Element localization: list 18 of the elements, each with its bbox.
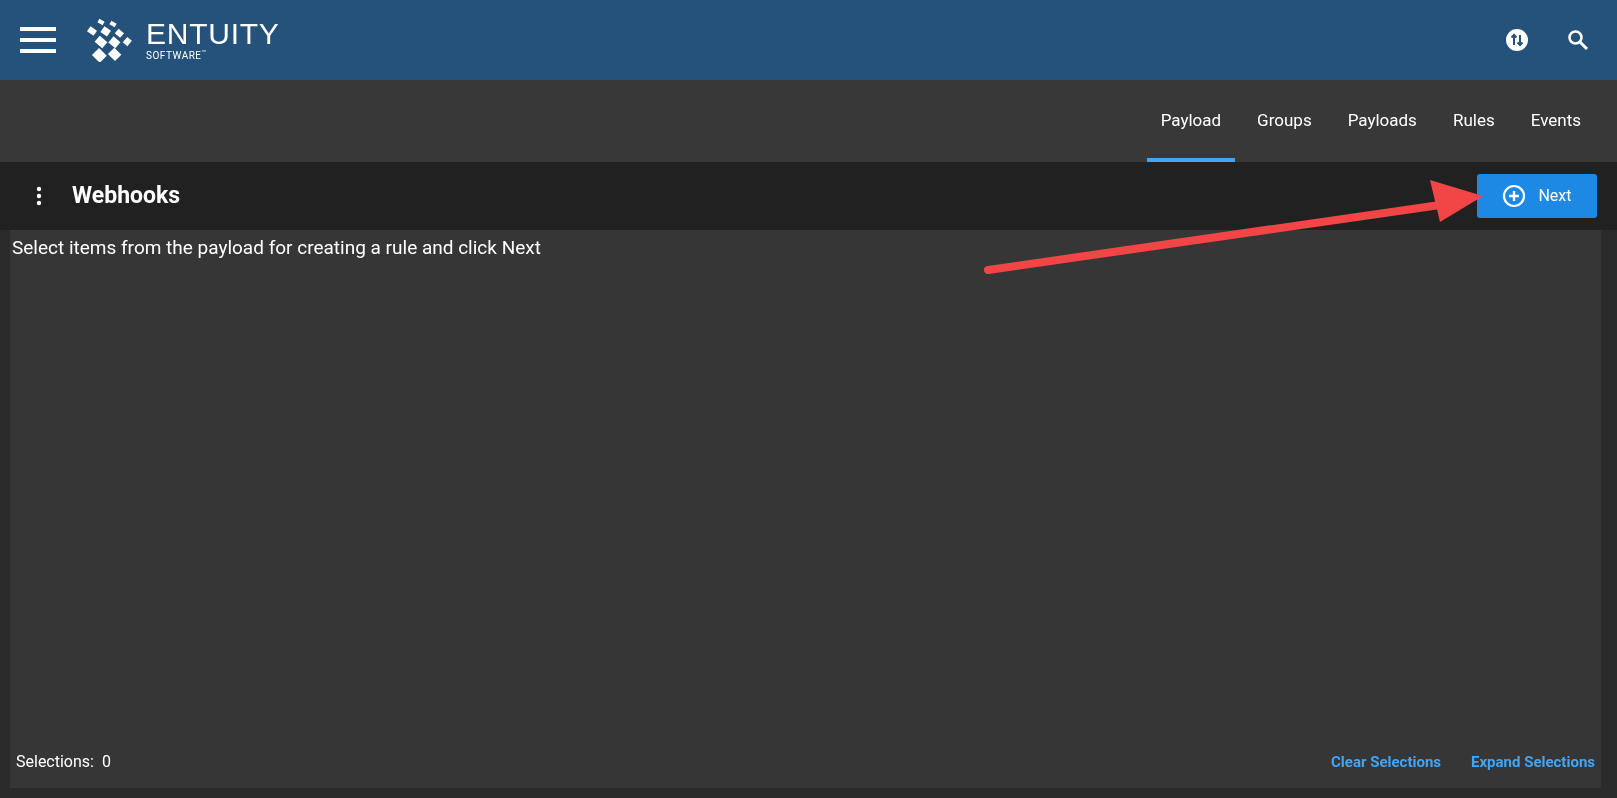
tab[interactable]: Rules: [1438, 80, 1509, 162]
more-icon[interactable]: [36, 186, 42, 206]
tab[interactable]: Groups: [1243, 80, 1326, 162]
tab[interactable]: Payloads: [1333, 80, 1431, 162]
footer-link[interactable]: Clear Selections: [1331, 750, 1442, 774]
tab[interactable]: Events: [1516, 80, 1595, 162]
brand-name: ENTUITY: [146, 19, 280, 49]
plus-circle-icon: [1502, 184, 1527, 208]
menu-icon[interactable]: [20, 27, 56, 53]
footer-link[interactable]: Expand Selections: [1471, 750, 1595, 774]
panel-title: Webhooks: [72, 180, 181, 211]
selections-count: 0: [101, 751, 111, 773]
instruction-text: Select items from the payload for creating a rule and click Next: [11, 235, 542, 261]
next-button[interactable]: Next: [1477, 174, 1597, 218]
brand-subtitle: SOFTWARE$^{™}$: [146, 51, 208, 61]
search-icon[interactable]: [1567, 29, 1589, 51]
selections-label: Selections:: [16, 751, 94, 773]
swap-icon[interactable]: [1505, 28, 1529, 52]
